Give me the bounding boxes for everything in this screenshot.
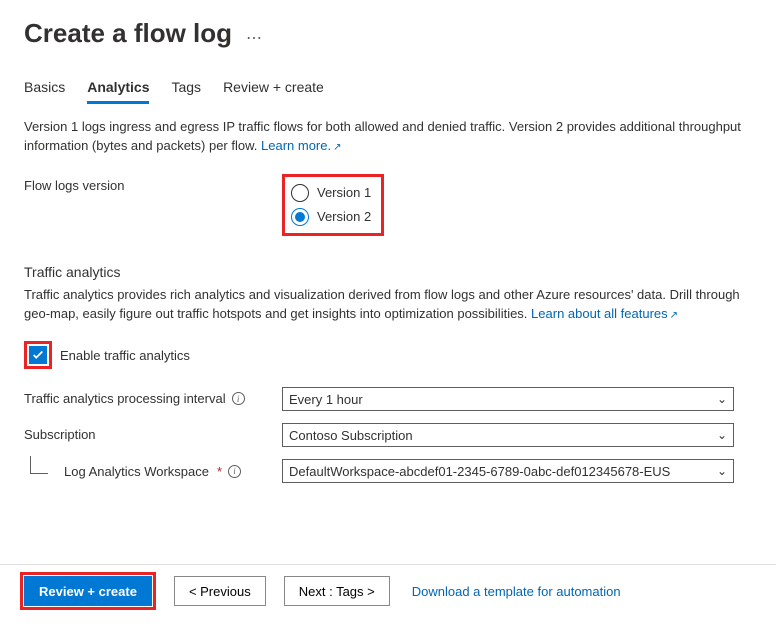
- tab-tags[interactable]: Tags: [171, 79, 201, 104]
- radio-label-v1: Version 1: [317, 185, 371, 200]
- workspace-label: Log Analytics Workspace: [64, 464, 209, 479]
- tab-basics[interactable]: Basics: [24, 79, 65, 104]
- radio-label-v2: Version 2: [317, 209, 371, 224]
- footer-separator: [0, 564, 776, 565]
- radio-version-2[interactable]: Version 2: [291, 205, 371, 229]
- next-button[interactable]: Next : Tags >: [284, 576, 390, 606]
- enable-ta-label: Enable traffic analytics: [60, 348, 190, 363]
- chevron-down-icon: ⌄: [717, 428, 727, 442]
- interval-select[interactable]: Every 1 hour ⌄: [282, 387, 734, 411]
- workspace-value: DefaultWorkspace-abcdef01-2345-6789-0abc…: [289, 464, 670, 479]
- radio-icon: [291, 184, 309, 202]
- external-link-icon: ↗: [333, 142, 341, 153]
- workspace-select[interactable]: DefaultWorkspace-abcdef01-2345-6789-0abc…: [282, 459, 734, 483]
- footer-bar: Review + create < Previous Next : Tags >…: [20, 572, 756, 610]
- chevron-down-icon: ⌄: [717, 392, 727, 406]
- page-title: Create a flow log: [24, 18, 232, 49]
- radio-icon: [291, 208, 309, 226]
- previous-button[interactable]: < Previous: [174, 576, 266, 606]
- interval-value: Every 1 hour: [289, 392, 363, 407]
- review-button-highlight: Review + create: [20, 572, 156, 610]
- version-desc-text: Version 1 logs ingress and egress IP tra…: [24, 119, 741, 153]
- tab-review-create[interactable]: Review + create: [223, 79, 324, 104]
- enable-ta-highlight: [24, 341, 52, 369]
- version-description: Version 1 logs ingress and egress IP tra…: [24, 118, 752, 156]
- review-create-button[interactable]: Review + create: [24, 576, 152, 606]
- learn-more-link[interactable]: Learn more.↗: [261, 138, 341, 153]
- traffic-analytics-description: Traffic analytics provides rich analytic…: [24, 286, 752, 324]
- flow-version-label: Flow logs version: [24, 174, 282, 193]
- enable-ta-checkbox[interactable]: [29, 346, 47, 364]
- learn-features-link[interactable]: Learn about all features↗: [531, 306, 678, 321]
- subscription-value: Contoso Subscription: [289, 428, 413, 443]
- tab-bar: Basics Analytics Tags Review + create: [24, 79, 752, 104]
- version-radio-group: Version 1 Version 2: [282, 174, 384, 236]
- subscription-label: Subscription: [24, 423, 282, 442]
- tree-indent-icon: [30, 456, 48, 474]
- external-link-icon: ↗: [670, 310, 678, 321]
- subscription-select[interactable]: Contoso Subscription ⌄: [282, 423, 734, 447]
- check-icon: [31, 348, 45, 362]
- more-icon[interactable]: ⋯: [246, 28, 262, 48]
- info-icon[interactable]: i: [228, 465, 241, 478]
- chevron-down-icon: ⌄: [717, 464, 727, 478]
- interval-label: Traffic analytics processing interval: [24, 391, 226, 406]
- traffic-analytics-heading: Traffic analytics: [24, 264, 752, 280]
- info-icon[interactable]: i: [232, 392, 245, 405]
- tab-analytics[interactable]: Analytics: [87, 79, 149, 104]
- download-template-link[interactable]: Download a template for automation: [412, 584, 621, 599]
- required-asterisk: *: [217, 464, 222, 479]
- radio-version-1[interactable]: Version 1: [291, 181, 371, 205]
